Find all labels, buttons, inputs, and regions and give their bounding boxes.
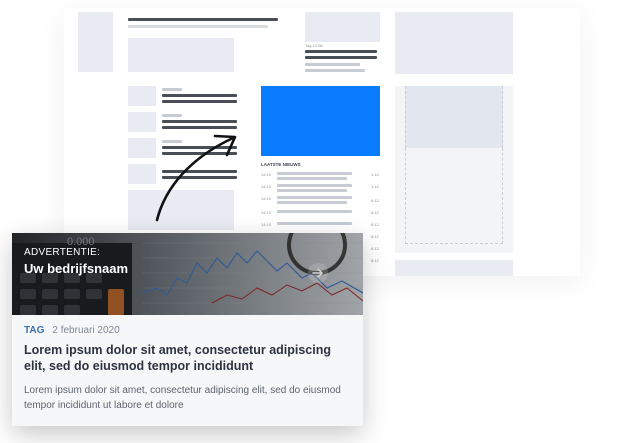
card-meta: TAG 2 februari 2020 <box>24 325 351 336</box>
news-time: 14:10 <box>261 196 272 201</box>
stage: Tag 12.08 LAATSTE NIEUWS 14:10 14:10 14:… <box>0 0 631 443</box>
news-line <box>277 189 347 192</box>
featured-sub-line <box>305 63 360 66</box>
ad-company-name[interactable]: Uw bedrijfsnaam <box>24 261 128 276</box>
news-right-value: 8:12 <box>371 234 379 239</box>
list-title-line <box>162 120 237 123</box>
news-line <box>277 172 352 175</box>
news-right-value: 8:12 <box>371 210 379 215</box>
sidebar-ad-slot <box>395 86 513 253</box>
arrow-icon <box>155 134 237 222</box>
list-title-line <box>162 94 237 97</box>
card-headline[interactable]: Lorem ipsum dolor sit amet, consectetur … <box>24 342 351 374</box>
news-line <box>277 196 352 199</box>
news-line <box>277 210 352 213</box>
news-right-value: 8:12 <box>371 222 379 227</box>
card-image[interactable]: 0.000 ADVERTENTIE: Uw bedrijfsnaam <box>12 233 363 315</box>
latest-news-title: LAATSTE NIEUWS <box>261 162 301 167</box>
card-excerpt: Lorem ipsum dolor sit amet, consectetur … <box>24 385 341 411</box>
news-time: 14:10 <box>261 172 272 177</box>
featured-title-line <box>305 50 377 53</box>
list-title-line <box>162 100 237 103</box>
list-meta-line <box>162 88 182 91</box>
card-tag[interactable]: TAG <box>24 325 44 336</box>
news-line <box>277 184 352 187</box>
top-text-line <box>128 18 278 21</box>
featured-sub-line <box>305 69 365 72</box>
featured-image-placeholder <box>305 12 380 42</box>
left-placeholder <box>78 12 113 72</box>
news-time: 14:10 <box>261 222 272 227</box>
news-time: 14:10 <box>261 210 272 215</box>
list-meta-line <box>162 114 182 117</box>
card-body: TAG 2 februari 2020 Lorem ipsum dolor si… <box>12 315 363 413</box>
sidebar-bottom-placeholder <box>395 260 513 276</box>
featured-title-line <box>305 56 377 59</box>
news-line <box>277 222 352 225</box>
sidebar-ad-top <box>405 86 503 148</box>
sidebar-ad-dashed <box>405 148 503 244</box>
ad-label: ADVERTENTIE: <box>24 247 101 258</box>
news-time: 14:10 <box>261 184 272 189</box>
right-top-placeholder <box>395 12 513 74</box>
news-right-value: 8:12 <box>371 198 379 203</box>
list-thumb <box>128 86 156 106</box>
news-line <box>277 177 347 180</box>
top-image-placeholder <box>128 38 234 72</box>
news-right-value: 1:12 <box>371 184 379 189</box>
advertisement-card[interactable]: 0.000 ADVERTENTIE: Uw bedrijfsnaam TAG <box>12 233 363 426</box>
card-date: 2 februari 2020 <box>52 325 120 336</box>
news-line <box>277 201 347 204</box>
news-right-value: 1:12 <box>371 172 379 177</box>
blue-ad-block[interactable] <box>261 86 380 156</box>
featured-tag: Tag 12.08 <box>305 43 323 48</box>
news-right-value: 8:12 <box>371 246 379 251</box>
news-right-value: 8:12 <box>371 258 379 263</box>
top-text-line <box>128 25 268 28</box>
